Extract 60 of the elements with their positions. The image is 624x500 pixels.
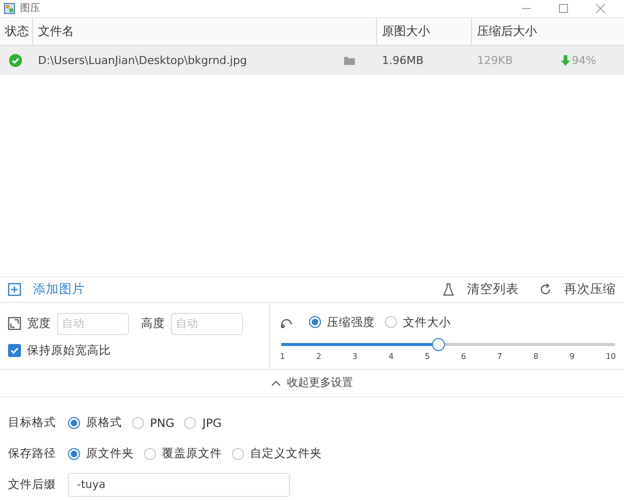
slider-tick-label: 4 — [388, 352, 394, 361]
radio-button[interactable] — [68, 416, 80, 428]
slider-tick-label: 1 — [280, 352, 286, 361]
radio-button[interactable] — [68, 448, 80, 460]
radio-button[interactable] — [144, 448, 156, 460]
width-label: 宽度 — [27, 316, 51, 332]
folder-icon[interactable] — [344, 56, 355, 65]
setting-label: 保存路径 — [8, 446, 57, 461]
radio-label: 覆盖原文件 — [162, 446, 222, 461]
slider-thumb[interactable] — [432, 338, 445, 351]
slider-tick-label: 3 — [352, 352, 358, 361]
app-icon — [4, 2, 15, 14]
radio-label: PNG — [150, 416, 174, 430]
radio-button[interactable] — [232, 448, 244, 460]
flask-icon — [442, 282, 455, 296]
saving-percent: 94% — [572, 54, 596, 67]
file-path: D:\Users\LuanJian\Desktop\bkgrnd.jpg — [38, 54, 248, 67]
close-icon[interactable] — [596, 4, 605, 13]
slider-tick-label: 6 — [460, 352, 466, 361]
maximize-icon[interactable] — [559, 4, 568, 13]
height-field[interactable]: 自动 — [171, 312, 243, 335]
checkbox[interactable] — [8, 344, 21, 357]
column-header[interactable]: 状态 — [0, 18, 33, 45]
table-row[interactable]: D:\Users\LuanJian\Desktop\bkgrnd.jpg 1.96MB 129KB 94% — [0, 46, 624, 75]
height-label: 高度 — [141, 316, 165, 332]
slider-tick-label: 5 — [424, 352, 430, 361]
setting-label: 目标格式 — [8, 415, 57, 430]
plus-icon — [8, 282, 21, 296]
setting-label: 文件后缀 — [8, 477, 57, 492]
radio-label: 原文件夹 — [86, 446, 134, 461]
slider-tick-label: 2 — [316, 352, 322, 361]
slider-tick-label: 8 — [533, 352, 538, 361]
checkbox-label: 保持原始宽高比 — [27, 342, 111, 358]
down-arrow-icon — [560, 54, 570, 66]
original-size: 1.96MB — [382, 54, 424, 67]
slider-tick-label: 9 — [570, 352, 575, 361]
compressed-size: 129KB — [477, 54, 513, 67]
radio-label: 原格式 — [86, 415, 122, 430]
column-header[interactable]: 压缩后大小 — [472, 18, 624, 45]
width-field[interactable]: 自动 — [57, 312, 129, 335]
clear-list-button[interactable]: 清空列表 — [422, 280, 519, 298]
column-header[interactable]: 文件名 — [33, 18, 377, 45]
radio-label: 文件大小 — [403, 314, 451, 330]
add-image-button[interactable]: 添加图片 — [8, 280, 85, 298]
suffix-field[interactable]: -tuya — [68, 472, 290, 496]
caret-icon — [271, 380, 281, 386]
radio-button[interactable] — [309, 316, 321, 328]
column-header[interactable]: 原图大小 — [377, 18, 472, 45]
recompress-button[interactable]: 再次压缩 — [519, 280, 616, 298]
resize-icon — [8, 317, 21, 330]
radio-button[interactable] — [385, 316, 397, 328]
refresh-icon — [539, 282, 552, 296]
radio-button[interactable] — [132, 416, 144, 428]
slider-tick-label: 7 — [497, 352, 502, 361]
radio-label: 自定义文件夹 — [250, 446, 322, 461]
radio-button[interactable] — [184, 416, 196, 428]
radio-label: JPG — [202, 416, 222, 430]
slider-tick-label: 10 — [606, 352, 616, 361]
radio-label: 压缩强度 — [327, 314, 375, 330]
window-title: 图压 — [20, 2, 40, 16]
